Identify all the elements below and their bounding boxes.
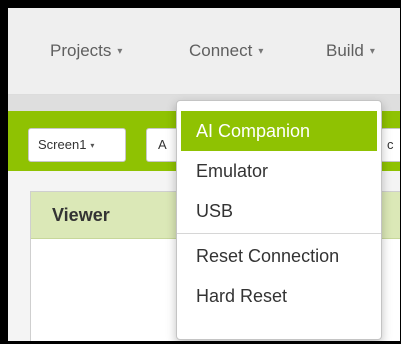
viewer-title: Viewer bbox=[52, 205, 110, 225]
connect-dropdown-menu: AI Companion Emulator USB Reset Connecti… bbox=[176, 100, 382, 340]
top-menu-bar: Projects ▾ Connect ▾ Build ▾ bbox=[8, 8, 400, 95]
menu-item-reset-connection[interactable]: Reset Connection bbox=[177, 236, 381, 276]
screen-select-label: Screen1 bbox=[38, 137, 87, 152]
app-window: Projects ▾ Connect ▾ Build ▾ Screen1 ▾ A c V… bbox=[8, 8, 400, 341]
toolbar-right-button[interactable]: c bbox=[380, 128, 400, 162]
add-screen-label: A bbox=[158, 137, 167, 152]
menu-item-emulator[interactable]: Emulator bbox=[177, 151, 381, 191]
chevron-down-icon: ▾ bbox=[117, 46, 123, 57]
menu-build[interactable]: Build ▾ bbox=[326, 41, 375, 61]
menu-projects[interactable]: Projects ▾ bbox=[50, 41, 122, 61]
menu-connect[interactable]: Connect ▾ bbox=[189, 41, 263, 61]
menu-separator bbox=[177, 233, 381, 234]
menu-item-usb[interactable]: USB bbox=[177, 191, 381, 231]
menu-item-label: Reset Connection bbox=[196, 246, 340, 266]
chevron-down-icon: ▾ bbox=[90, 141, 95, 150]
menu-item-label: Emulator bbox=[196, 161, 269, 181]
menu-build-label: Build bbox=[326, 41, 364, 60]
menu-item-label: Hard Reset bbox=[196, 286, 288, 306]
screen-select-button[interactable]: Screen1 ▾ bbox=[28, 128, 126, 162]
menu-connect-label: Connect bbox=[189, 41, 253, 60]
menu-item-ai-companion[interactable]: AI Companion bbox=[181, 111, 377, 151]
menu-item-hard-reset[interactable]: Hard Reset bbox=[177, 276, 381, 316]
menu-item-label: AI Companion bbox=[196, 121, 311, 141]
menu-item-label: USB bbox=[196, 201, 234, 221]
toolbar-right-label: c bbox=[387, 137, 394, 152]
menu-projects-label: Projects bbox=[50, 41, 112, 60]
chevron-down-icon: ▾ bbox=[369, 46, 375, 57]
chevron-down-icon: ▾ bbox=[258, 46, 264, 57]
